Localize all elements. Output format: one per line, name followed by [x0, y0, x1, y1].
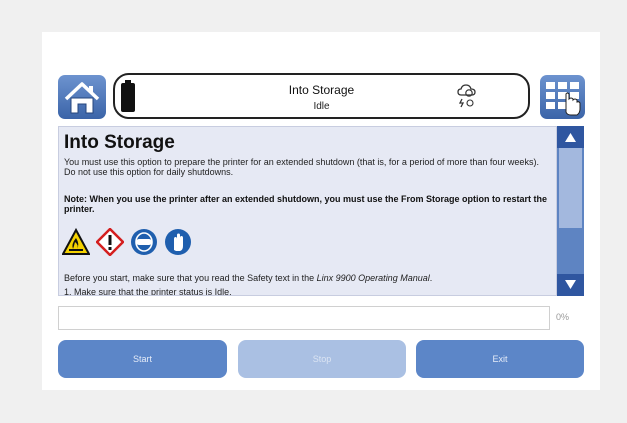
grid-menu-icon [546, 82, 581, 116]
safety-icons [62, 228, 192, 260]
step-1-text: 1. Make sure that the printer status is … [64, 287, 232, 296]
cloud-sync-icon [457, 84, 476, 108]
instructions-panel: Into Storage You must use this option to… [58, 126, 557, 296]
scroll-down-button[interactable] [557, 274, 584, 296]
harmful-diamond-icon [96, 228, 124, 256]
scroll-thumb[interactable] [559, 148, 582, 228]
progress-bar [58, 306, 550, 330]
intro-text: You must use this option to prepare the … [64, 157, 539, 177]
menu-button[interactable] [540, 75, 585, 119]
home-button[interactable] [58, 75, 106, 119]
exit-button[interactable]: Exit [416, 340, 584, 378]
scroll-up-button[interactable] [557, 126, 584, 148]
flammable-warning-icon [62, 228, 90, 255]
stop-button[interactable]: Stop [238, 340, 406, 378]
safety-reference-suffix: . [429, 273, 433, 283]
glove-icon [165, 229, 191, 255]
safety-reference-prefix: Before you start, make sure that you rea… [64, 273, 317, 283]
status-bar: Into Storage Idle [113, 73, 530, 119]
eye-protection-icon [131, 229, 157, 255]
progress-percent: 0% [556, 312, 570, 322]
home-icon [64, 82, 100, 114]
safety-reference-text: Before you start, make sure that you rea… [64, 273, 552, 283]
manual-title: Linx 9900 Operating Manual [316, 273, 430, 283]
page-title: Into Storage [64, 132, 175, 153]
arrow-down-icon [565, 280, 576, 289]
scrollbar[interactable] [557, 126, 584, 296]
arrow-up-icon [565, 133, 576, 142]
start-button[interactable]: Start [58, 340, 227, 378]
note-text: Note: When you use the printer after an … [64, 194, 548, 214]
